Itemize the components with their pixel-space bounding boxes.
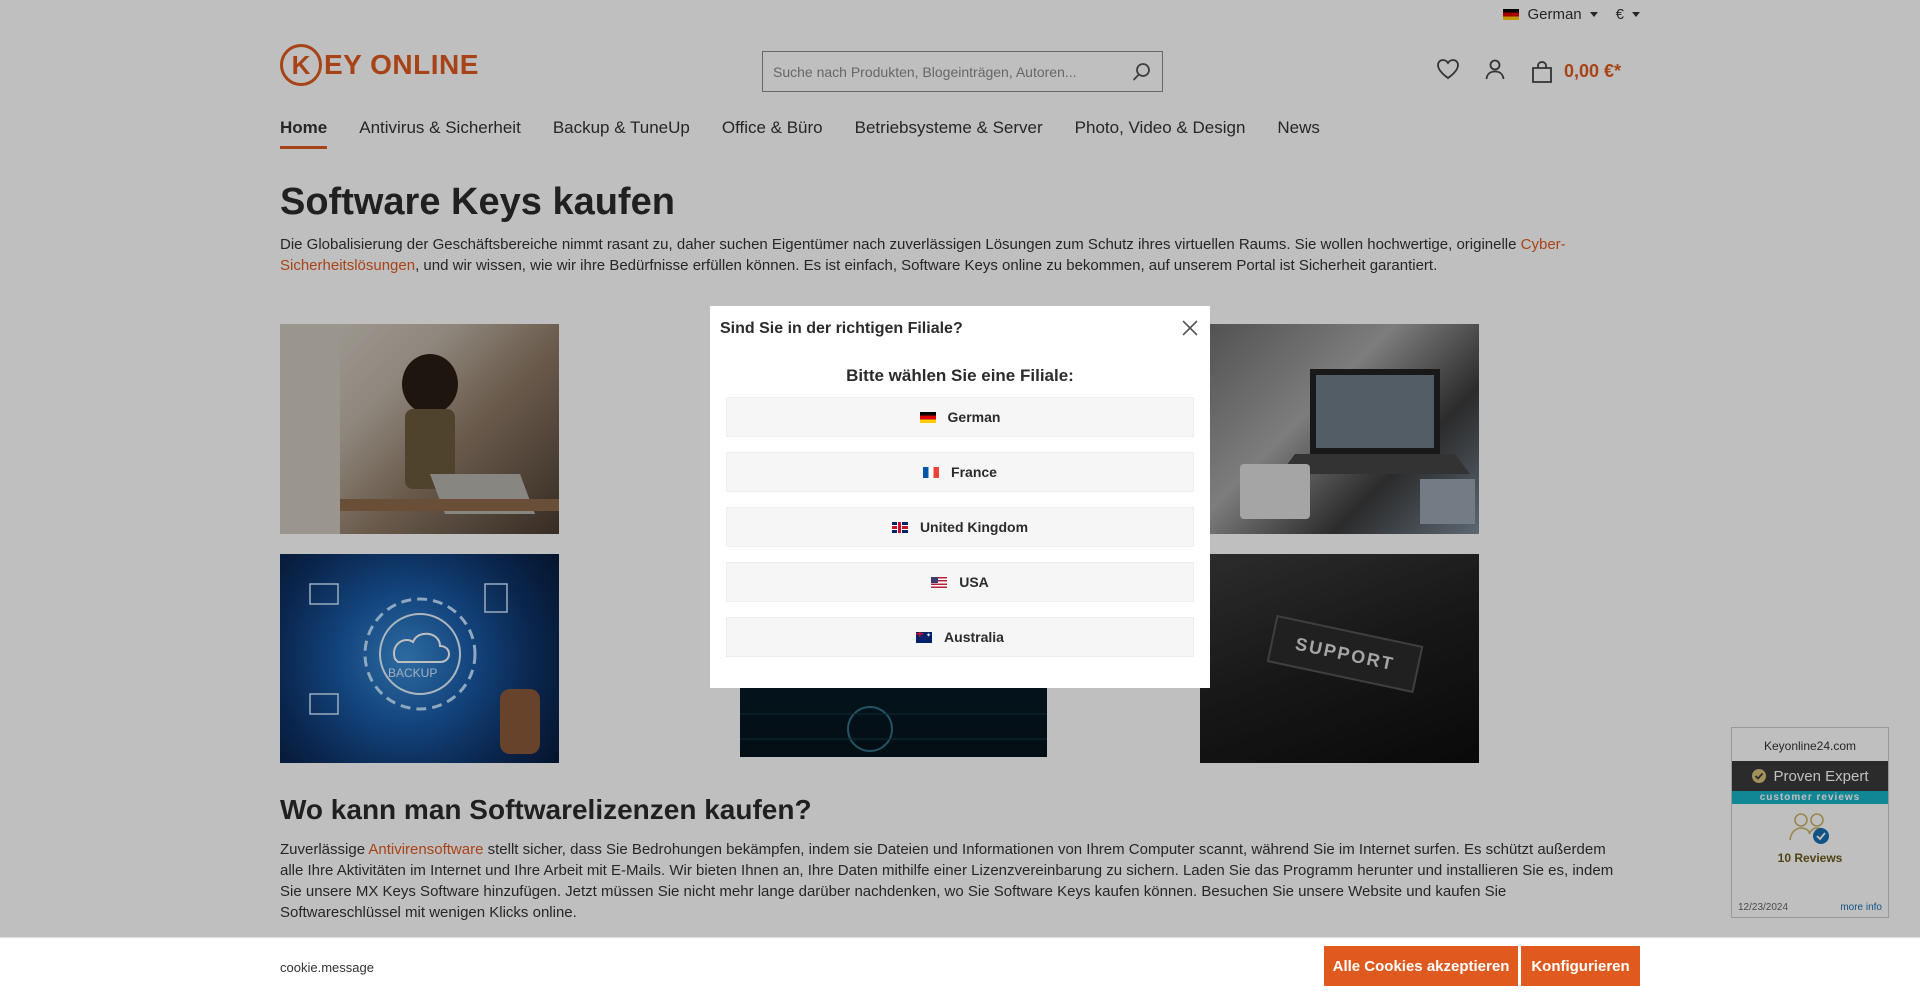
store-option-uk[interactable]: United Kingdom — [726, 507, 1194, 547]
france-flag-icon — [923, 466, 940, 478]
close-icon — [1182, 320, 1198, 336]
store-option-label: France — [951, 464, 997, 480]
store-selection-modal: Sind Sie in der richtigen Filiale? Bitte… — [710, 306, 1210, 688]
modal-title: Sind Sie in der richtigen Filiale? — [720, 320, 963, 337]
configure-cookies-button[interactable]: Konfigurieren — [1521, 946, 1640, 986]
uk-flag-icon — [891, 521, 908, 533]
german-flag-icon — [919, 411, 936, 423]
store-option-label: USA — [959, 574, 989, 590]
store-option-label: German — [947, 409, 1001, 425]
page: German € K EY ONLINE Suche nach Produkte… — [0, 0, 1920, 993]
store-option-australia[interactable]: Australia — [726, 617, 1194, 657]
usa-flag-icon — [931, 576, 948, 588]
australia-flag-icon — [916, 631, 933, 643]
store-option-label: United Kingdom — [919, 519, 1029, 535]
store-option-france[interactable]: France — [726, 452, 1194, 492]
modal-close-button[interactable] — [1180, 318, 1200, 338]
cookie-bar: cookie.message Alle Cookies akzeptieren … — [0, 937, 1920, 993]
modal-subtitle: Bitte wählen Sie eine Filiale: — [846, 366, 1074, 385]
store-option-usa[interactable]: USA — [726, 562, 1194, 602]
store-option-label: Australia — [944, 629, 1004, 645]
accept-all-cookies-button[interactable]: Alle Cookies akzeptieren — [1324, 946, 1518, 986]
cookie-message: cookie.message — [280, 960, 374, 975]
store-option-german[interactable]: German — [726, 397, 1194, 437]
